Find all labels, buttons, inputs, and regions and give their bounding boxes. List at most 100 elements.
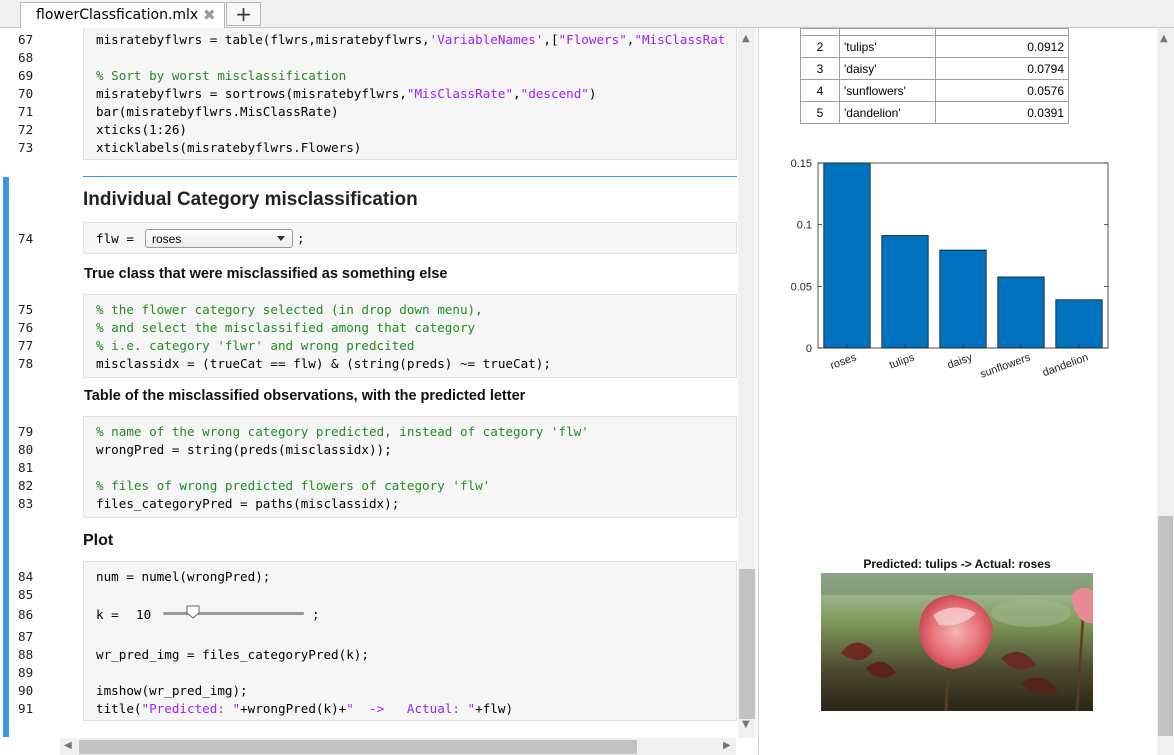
chart-bar [997, 276, 1045, 349]
code-string: 'VariableNames' [429, 32, 544, 47]
dropdown-value: roses [152, 232, 182, 246]
code-comment: % name of the wrong category predicted, … [96, 424, 589, 439]
line-number: 72 [18, 122, 34, 137]
line-number: 81 [18, 460, 34, 475]
code-line: flw = [96, 231, 142, 246]
line-number: 86 [18, 607, 34, 622]
chart-bar [1055, 299, 1103, 349]
k-slider-thumb[interactable] [186, 605, 200, 619]
editor-hscroll-thumb[interactable] [79, 740, 637, 754]
code-line: % Sort by worst misclassification [96, 68, 347, 83]
editor-scroll-thumb[interactable] [739, 569, 755, 719]
line-number: 68 [18, 50, 34, 65]
code-token: ,[ [543, 32, 559, 47]
add-tab-button[interactable]: + [226, 2, 261, 26]
chart-ytick-label: 0 [806, 343, 812, 355]
code-string: "descend" [520, 86, 589, 101]
code-line: xticks(1:26) [96, 122, 187, 137]
text-heading-true-class: True class that were misclassified as so… [84, 266, 448, 282]
code-string: "MisClassRate" [406, 86, 514, 101]
text-heading-table: Table of the misclassified observations,… [84, 388, 526, 404]
code-comment: % the flower category selected (in drop … [96, 302, 483, 317]
chart-bar [823, 162, 871, 349]
chart-ytick-label: 0.1 [797, 220, 812, 232]
code-line: wr_pred_img = files_categoryPred(k); [96, 647, 369, 662]
code-line: files_categoryPred = paths(misclassidx); [96, 496, 400, 511]
scroll-right-icon[interactable]: ▶ [723, 740, 731, 751]
chart-xtick-label: daisy [946, 351, 975, 371]
output-scroll-up-icon[interactable]: ▲ [1160, 33, 1168, 44]
chart-bar [881, 235, 929, 349]
tab-file-label: flowerClassfication.mlx [36, 7, 199, 23]
chart-xtick-label: dandelion [1041, 352, 1090, 380]
flower-image [821, 573, 1093, 711]
chart-xtick-label: tulips [888, 351, 917, 371]
table-row [800, 28, 1069, 36]
table-cell-name: 'tulips' [839, 35, 936, 58]
table-cell-idx: 5 [800, 101, 840, 124]
slider-value: 10 [136, 607, 152, 622]
table-cell-idx: 4 [800, 79, 840, 102]
tab-bar: flowerClassfication.mlx ✖ + [0, 0, 1174, 28]
line-number: 73 [18, 140, 34, 155]
table-cell-val: 0.0912 [935, 35, 1069, 58]
code-line: imshow(wr_pred_img); [96, 683, 248, 698]
section-selection-bar [3, 177, 9, 737]
line-number: 69 [18, 68, 34, 83]
code-token: misratebyflwrs = table(flwrs,misratebyfl… [96, 32, 430, 47]
line-number: 82 [18, 478, 34, 493]
pane-divider[interactable] [758, 28, 759, 755]
line-number: 67 [18, 32, 34, 47]
code-line-suffix: ; [312, 607, 320, 622]
bar-chart: 0 0.05 0.1 0.15 roses tulips daisy sunflowers da… [791, 158, 1109, 381]
chart-ytick-label: 0.05 [791, 281, 812, 293]
output-table: 2'tulips' 0.0912 3'daisy' 0.0794 4'sunflower… [800, 28, 1069, 124]
close-icon[interactable]: ✖ [203, 6, 216, 24]
output-scroll-thumb[interactable] [1158, 516, 1173, 736]
code-comment: % and select the misclassified among tha… [96, 320, 476, 335]
table-row: 5'dandelion' 0.0391 [800, 101, 1069, 124]
line-number: 75 [18, 302, 34, 317]
section-heading: Individual Category misclassification [83, 189, 418, 210]
code-string: "MisClassRat [634, 32, 726, 47]
line-number: 74 [18, 231, 34, 246]
code-token: title( [96, 701, 142, 716]
scroll-left-icon[interactable]: ◀ [64, 740, 72, 751]
table-cell-name: 'dandelion' [839, 101, 936, 124]
tab-file[interactable]: flowerClassfication.mlx ✖ [20, 2, 225, 28]
code-line: misratebyflwrs = sortrows(misratebyflwrs… [96, 86, 596, 101]
code-token: ) [588, 86, 597, 101]
section-heading-plot: Plot [83, 532, 114, 549]
chevron-down-icon [277, 236, 285, 241]
scroll-up-icon[interactable]: ▲ [742, 33, 750, 44]
code-string: "Predicted: " [141, 701, 241, 716]
code-token: , [513, 86, 521, 101]
code-line-k-label: k = [96, 607, 127, 622]
table-cell-idx: 2 [800, 35, 840, 58]
section-break-line [83, 176, 737, 177]
table-cell-val: 0.0576 [935, 79, 1069, 102]
table-cell-name: 'sunflowers' [839, 79, 936, 102]
code-line-title: title("Predicted: "+wrongPred(k)+" -> Ac… [96, 701, 513, 716]
table-cell [839, 28, 936, 36]
line-number: 76 [18, 320, 34, 335]
table-cell-val: 0.0391 [935, 101, 1069, 124]
code-line: misclassidx = (trueCat == flw) & (string… [96, 356, 551, 371]
line-number: 80 [18, 442, 34, 457]
code-token: +flw) [475, 701, 514, 716]
line-number: 78 [18, 356, 34, 371]
table-cell [935, 28, 1069, 36]
line-number: 79 [18, 424, 34, 439]
line-number: 83 [18, 496, 34, 511]
flower-dropdown[interactable]: roses [145, 229, 293, 248]
line-number: 88 [18, 647, 34, 662]
scroll-down-icon[interactable]: ▼ [742, 719, 750, 730]
k-slider-track[interactable] [163, 612, 304, 615]
table-row: 4'sunflowers' 0.0576 [800, 79, 1069, 102]
code-string: "Flowers" [558, 32, 627, 47]
code-comment: % files of wrong predicted flowers of ca… [96, 478, 491, 493]
line-number: 77 [18, 338, 34, 353]
line-number: 70 [18, 86, 34, 101]
code-line: bar(misratebyflwrs.MisClassRate) [96, 104, 339, 119]
code-line: xticklabels(misratebyflwrs.Flowers) [96, 140, 362, 155]
